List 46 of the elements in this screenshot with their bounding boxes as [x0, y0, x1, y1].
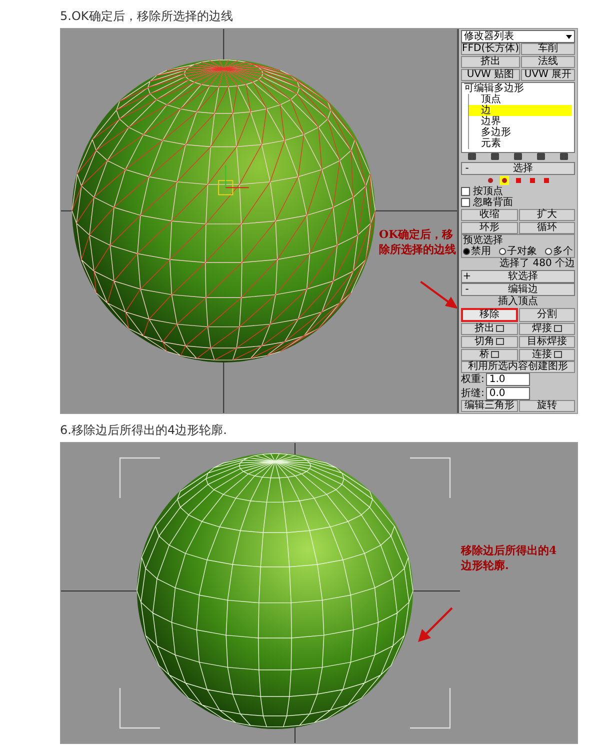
stack-item[interactable]: 可编辑多边形	[464, 82, 572, 94]
selection-button[interactable]: 环形	[461, 222, 518, 234]
radio-button[interactable]: 禁用	[463, 246, 491, 257]
radio-button[interactable]: 多个	[545, 246, 573, 257]
edit-edge-button[interactable]: 分割	[518, 308, 575, 322]
edit-edge-button[interactable]: 旋转	[518, 400, 575, 412]
rollout-header[interactable]: - 选择	[461, 162, 575, 176]
edit-edge-button[interactable]: 焊接	[518, 322, 575, 335]
modifier-list-dropdown[interactable]: 修改器列表	[461, 30, 575, 43]
edit-edge-button[interactable]: 连接	[518, 348, 575, 361]
selection-button[interactable]: 循环	[518, 222, 575, 234]
selection-button[interactable]: 收缩	[461, 208, 518, 221]
modifier-button[interactable]: 车削	[521, 43, 575, 56]
modifier-button[interactable]: FFD(长方体)	[461, 43, 520, 56]
field-label: 权重:	[461, 374, 484, 386]
edit-edge-button[interactable]: 移除	[461, 308, 518, 322]
stack-item[interactable]: 元素	[468, 138, 572, 149]
group-title: 预览选择	[463, 234, 503, 246]
spinner-field[interactable]: 1.0	[486, 373, 530, 386]
selection-button[interactable]: 扩大	[518, 208, 575, 221]
stack-item[interactable]: 边界	[468, 116, 572, 127]
checkbox[interactable]: 忽略背面	[461, 197, 575, 208]
edit-edge-button[interactable]: 目标焊接	[518, 336, 575, 348]
annotation-text: OK确定后，移除所选择的边线	[379, 227, 457, 257]
modifier-button[interactable]: UVW 贴图	[461, 69, 520, 82]
field-label: 折缝:	[461, 388, 484, 399]
selection-status: 选择了 480 个边	[498, 258, 575, 270]
edit-edge-button[interactable]: 桥	[461, 348, 518, 361]
modifier-button[interactable]: UVW 展开	[521, 69, 575, 82]
rollout-header[interactable]: + 软选择	[461, 270, 575, 283]
step-heading: 6.移除边后所得出的4边形轮廓.	[60, 422, 228, 439]
section-label: 插入顶点	[497, 296, 539, 308]
radio-button[interactable]: 子对象	[499, 246, 537, 257]
create-shape-button[interactable]: 利用所选内容创建图形	[461, 360, 575, 373]
edit-edge-button[interactable]: 编辑三角形	[461, 400, 518, 412]
rollout-header[interactable]: - 编辑边	[461, 282, 575, 296]
stack-item[interactable]: 边	[468, 104, 572, 116]
edit-edge-button[interactable]: 挤出	[461, 322, 518, 335]
step-heading: 5.OK确定后，移除所选择的边线	[60, 8, 234, 25]
edit-edge-button[interactable]: 切角	[461, 336, 518, 348]
annotation-text: 移除边后所得出的4边形轮廓.	[461, 543, 557, 573]
spinner-field[interactable]: 0.0	[486, 386, 530, 400]
modifier-button[interactable]: 法线	[521, 56, 575, 68]
checkbox[interactable]: 按顶点	[461, 186, 575, 197]
modifier-button[interactable]: 挤出	[461, 56, 520, 68]
stack-item[interactable]: 多边形	[468, 126, 572, 138]
